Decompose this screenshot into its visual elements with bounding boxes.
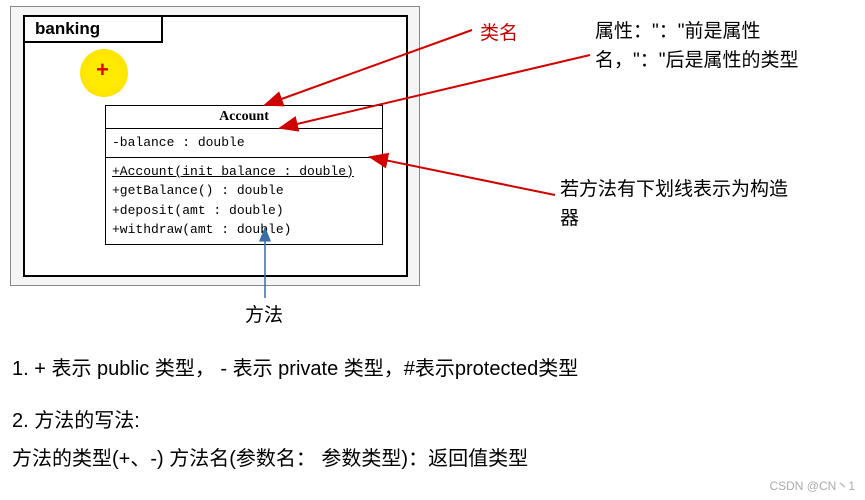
- plus-icon: +: [96, 57, 109, 83]
- package-box: banking + Account -balance : double +Acc…: [23, 15, 408, 277]
- attribute-line: -balance : double: [112, 133, 376, 153]
- label-classname: 类名: [480, 20, 518, 49]
- class-name: Account: [106, 106, 382, 129]
- explanation-line2: 2. 方法的写法:: [12, 402, 832, 440]
- explanation-block: 1. + 表示 public 类型， - 表示 private 类型，#表示pr…: [12, 350, 832, 478]
- uml-panel: banking + Account -balance : double +Acc…: [10, 6, 420, 286]
- class-methods: +Account(init_balance : double) +getBala…: [106, 158, 382, 244]
- method-getbalance: +getBalance() : double: [112, 181, 376, 201]
- explanation-line3: 方法的类型(+、-) 方法名(参数名： 参数类型)：返回值类型: [12, 440, 832, 478]
- label-method: 方法: [245, 302, 283, 331]
- label-attribute-text: 属性："："前是属性名，"："后是属性的类型: [595, 21, 799, 71]
- watermark: CSDN @CN丶1: [769, 477, 855, 494]
- constructor-line: +Account(init_balance : double): [112, 162, 376, 182]
- class-box: Account -balance : double +Account(init_…: [105, 105, 383, 245]
- label-attribute: 属性："："前是属性名，"："后是属性的类型: [595, 18, 825, 75]
- class-attributes: -balance : double: [106, 129, 382, 158]
- label-constructor: 若方法有下划线表示为构造器: [560, 176, 790, 233]
- explanation-line1: 1. + 表示 public 类型， - 表示 private 类型，#表示pr…: [12, 350, 832, 388]
- method-deposit: +deposit(amt : double): [112, 201, 376, 221]
- method-withdraw: +withdraw(amt : double): [112, 220, 376, 240]
- package-name: banking: [23, 15, 163, 43]
